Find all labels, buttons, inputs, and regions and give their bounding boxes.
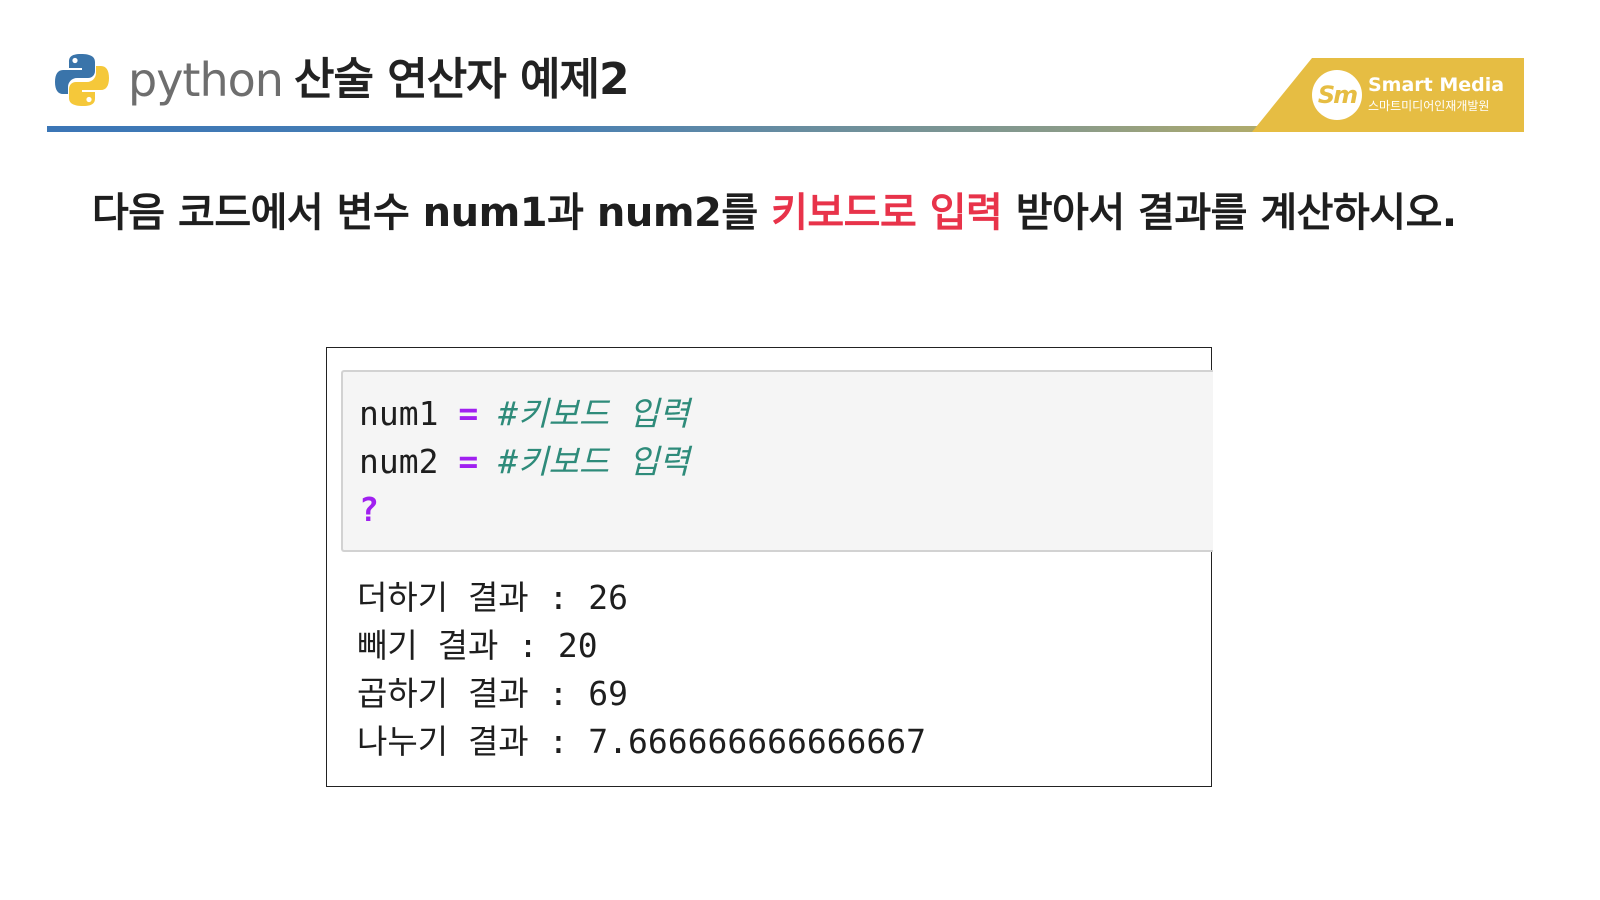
brand-logo-icon: Sm — [1312, 70, 1362, 120]
code-comment: #키보드 입력 — [498, 394, 690, 433]
instruction-after: 받아서 결과를 계산하시오. — [1002, 190, 1457, 236]
python-logo-icon — [55, 54, 109, 106]
output-line: 빼기 결과 : 20 — [357, 626, 598, 665]
code-placeholder: ? — [359, 490, 379, 529]
slide: python 산술 연산자 예제2 Sm Smart Media 스마트미디어인… — [0, 0, 1600, 900]
page-title: 산술 연산자 예제2 — [294, 54, 630, 105]
code-comment: #키보드 입력 — [498, 442, 690, 481]
code-variable: num2 — [359, 442, 439, 481]
output-line: 나누기 결과 : 7.666666666666667 — [357, 722, 927, 761]
brand-subtitle: 스마트미디어인재개발원 — [1368, 99, 1490, 113]
output-line: 더하기 결과 : 26 — [357, 578, 629, 617]
code-line: num1 = #키보드 입력 — [359, 394, 690, 434]
code-screenshot: num1 = #키보드 입력 num2 = #키보드 입력 ? 더하기 결과 :… — [326, 347, 1213, 787]
code-operator: = — [458, 394, 479, 433]
instruction-text: 다음 코드에서 변수 num1과 num2를 키보드로 입력 받아서 결과를 계… — [92, 180, 1512, 246]
code-cell: num1 = #키보드 입력 num2 = #키보드 입력 ? — [341, 370, 1213, 552]
instruction-before: 다음 코드에서 변수 num1과 num2를 — [92, 190, 772, 236]
brand-name: Smart Media — [1368, 74, 1505, 96]
instruction-highlight: 키보드로 입력 — [771, 190, 1003, 236]
code-variable: num1 — [359, 394, 439, 433]
output-line: 곱하기 결과 : 69 — [357, 674, 629, 713]
code-operator: = — [458, 442, 479, 481]
code-line: num2 = #키보드 입력 — [359, 442, 690, 482]
python-wordmark: python — [128, 53, 284, 107]
